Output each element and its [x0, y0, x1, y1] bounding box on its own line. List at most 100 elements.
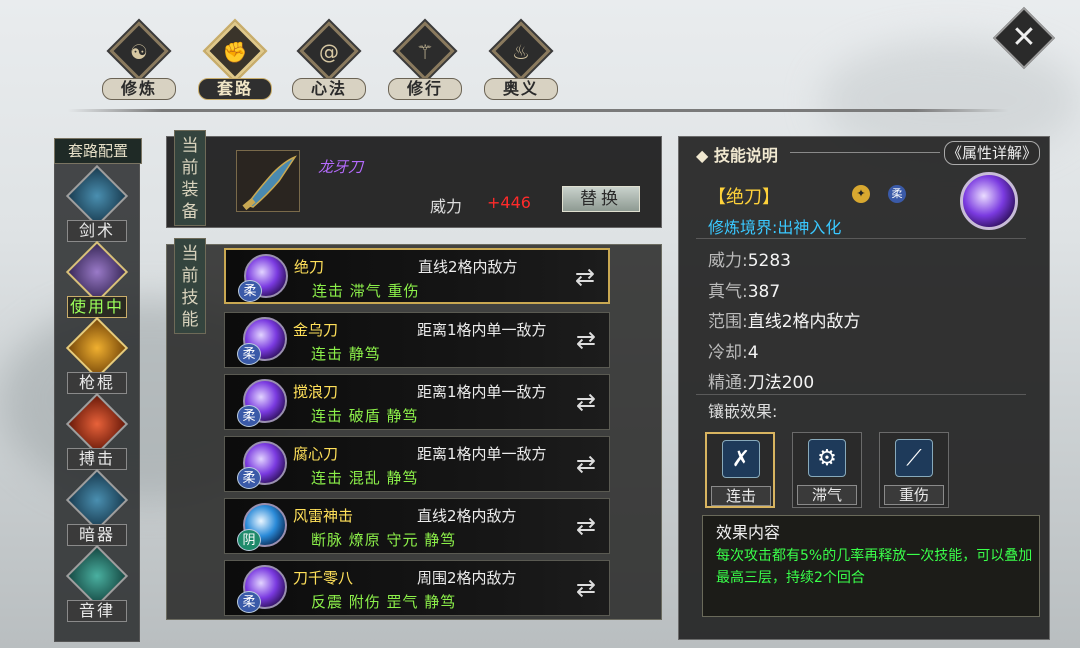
attribute-detail-button[interactable]: 《属性详解》 — [944, 141, 1040, 165]
skill-range: 直线2格内敌方 — [418, 258, 518, 276]
fist-icon — [65, 392, 129, 456]
skill-name: 绝刀 — [294, 258, 325, 276]
category-title: 套路配置 — [54, 138, 142, 164]
tab-xinfa[interactable]: @ 心法 — [286, 21, 366, 104]
skill-tags: 反震 附伤 罡气 静笃 — [311, 593, 457, 611]
crossed-arrows-icon: ✗ — [722, 440, 760, 478]
swap-icon[interactable]: ⇄ — [571, 573, 601, 603]
stat-value: 387 — [747, 282, 781, 302]
tab-xiuxing[interactable]: ⚚ 修行 — [382, 21, 462, 104]
tab-label: 套路 — [198, 78, 272, 100]
skill-row[interactable]: 阴 风雷神击 直线2格内敌方 断脉 燎原 守元 静笃 ⇄ — [224, 498, 610, 554]
cultivation-realm: 修炼境界:出神入化 — [708, 218, 842, 237]
tab-label: 奥义 — [484, 78, 558, 100]
category-label: 枪棍 — [67, 372, 127, 394]
spear-icon — [65, 316, 129, 380]
inlay-slot-lianji[interactable]: ✗ 连击 — [705, 432, 775, 508]
tab-taolu[interactable]: ✊ 套路 — [192, 21, 272, 104]
stat-value: 5283 — [747, 251, 791, 271]
rou-badge-icon: 柔 — [888, 185, 906, 203]
stat-value: 直线2格内敌方 — [747, 312, 861, 332]
power-value: +446 — [487, 193, 531, 212]
weapon-slot[interactable] — [236, 150, 300, 212]
skill-tags: 连击 破盾 静笃 — [311, 407, 419, 425]
stat-value: 4 — [747, 343, 759, 363]
skill-tags: 连击 滞气 重伤 — [312, 282, 420, 300]
swap-icon[interactable]: ⇄ — [571, 387, 601, 417]
stat-range: 范围:直线2格内敌方 — [708, 307, 861, 332]
category-blade-in-use[interactable]: 使用中 — [62, 240, 132, 320]
selected-skill-title: 【绝刀】 — [708, 187, 780, 208]
attribute-badge: 柔 — [238, 280, 262, 302]
close-icon[interactable]: ✕ — [998, 18, 1050, 58]
replace-button[interactable]: 替换 — [562, 186, 640, 212]
inlay-slot-zhiqi[interactable]: ⚙ 滞气 — [792, 432, 862, 508]
effect-text: 每次攻击都有5%的几率再释放一次技能，可以叠加最高三层，持续2个回合 — [716, 548, 1033, 586]
tab-xiulian[interactable]: ☯ 修炼 — [96, 21, 176, 104]
skills-tag: 当前技能 — [174, 238, 206, 334]
skill-row[interactable]: 柔 绝刀 直线2格内敌方 连击 滞气 重伤 ⇄ — [224, 248, 610, 304]
skill-range: 距离1格内单一敌方 — [417, 383, 547, 401]
stat-key: 精通: — [708, 373, 748, 393]
swap-icon[interactable]: ⇄ — [570, 262, 600, 292]
skill-name: 金乌刀 — [293, 321, 339, 339]
attribute-badge: 柔 — [237, 591, 261, 613]
effect-title: 效果内容 — [716, 523, 781, 542]
swap-icon[interactable]: ⇄ — [571, 449, 601, 479]
category-label: 剑术 — [67, 220, 127, 242]
nav-divider — [68, 109, 1008, 112]
attribute-badge: 柔 — [237, 467, 261, 489]
inlay-label: 镶嵌效果: — [708, 402, 778, 421]
flame-icon: ♨ — [512, 40, 530, 64]
skill-tags: 断脉 燎原 守元 静笃 — [311, 531, 457, 549]
blade-icon — [65, 240, 129, 304]
tab-aoyi[interactable]: ♨ 奥义 — [478, 21, 558, 104]
category-music[interactable]: 音律 — [62, 544, 132, 624]
attribute-badge: 柔 — [237, 405, 261, 427]
gear-cloud-icon: ⚙ — [808, 439, 846, 477]
detail-title-text: 技能说明 — [713, 146, 778, 165]
stat-key: 冷却: — [708, 343, 748, 363]
tab-label: 心法 — [292, 78, 366, 100]
title-divider — [790, 152, 940, 153]
inlay-slot-zhongshang[interactable]: ⟋ 重伤 — [879, 432, 949, 508]
inlay-name: 滞气 — [797, 485, 857, 505]
category-label: 暗器 — [67, 524, 127, 546]
swap-icon[interactable]: ⇄ — [571, 325, 601, 355]
stat-key: 范围: — [708, 312, 748, 332]
divider — [696, 394, 1026, 395]
skill-row[interactable]: 柔 腐心刀 距离1格内单一敌方 连击 混乱 静笃 ⇄ — [224, 436, 610, 492]
category-label: 音律 — [67, 600, 127, 622]
category-label: 搏击 — [67, 448, 127, 470]
attribute-detail-label: 属性详解 — [961, 144, 1022, 162]
skill-tags: 连击 混乱 静笃 — [311, 469, 419, 487]
category-spear[interactable]: 枪棍 — [62, 316, 132, 396]
skill-tags: 连击 静笃 — [311, 345, 381, 363]
category-fist[interactable]: 搏击 — [62, 392, 132, 472]
dart-icon — [65, 468, 129, 532]
category-label: 使用中 — [67, 296, 127, 318]
skill-range: 直线2格内敌方 — [417, 507, 517, 525]
attribute-badge: 柔 — [237, 343, 261, 365]
skill-row[interactable]: 柔 搅浪刀 距离1格内单一敌方 连击 破盾 静笃 ⇄ — [224, 374, 610, 430]
swap-icon[interactable]: ⇄ — [571, 511, 601, 541]
skill-row[interactable]: 柔 金乌刀 距离1格内单一敌方 连击 静笃 ⇄ — [224, 312, 610, 368]
divider — [696, 238, 1026, 239]
weapon-name: 龙牙刀 — [318, 158, 364, 176]
equipment-tag: 当前装备 — [174, 130, 206, 226]
stat-key: 真气: — [708, 282, 748, 302]
tab-label: 修行 — [388, 78, 462, 100]
category-hidden-weapon[interactable]: 暗器 — [62, 468, 132, 548]
skill-name: 刀千零八 — [293, 569, 354, 587]
stat-power: 威力:5283 — [708, 246, 791, 271]
instrument-icon — [65, 544, 129, 608]
inlay-name: 连击 — [711, 486, 771, 506]
scroll-icon: ⚚ — [416, 40, 434, 64]
skill-range: 周围2格内敌方 — [417, 569, 517, 587]
skill-name: 搅浪刀 — [293, 383, 339, 401]
stat-mastery: 精通:刀法200 — [708, 368, 814, 393]
category-sword[interactable]: 剑术 — [62, 164, 132, 244]
skill-row[interactable]: 柔 刀千零八 周围2格内敌方 反震 附伤 罡气 静笃 ⇄ — [224, 560, 610, 616]
stat-key: 威力: — [708, 251, 748, 271]
skill-name: 风雷神击 — [293, 507, 354, 525]
